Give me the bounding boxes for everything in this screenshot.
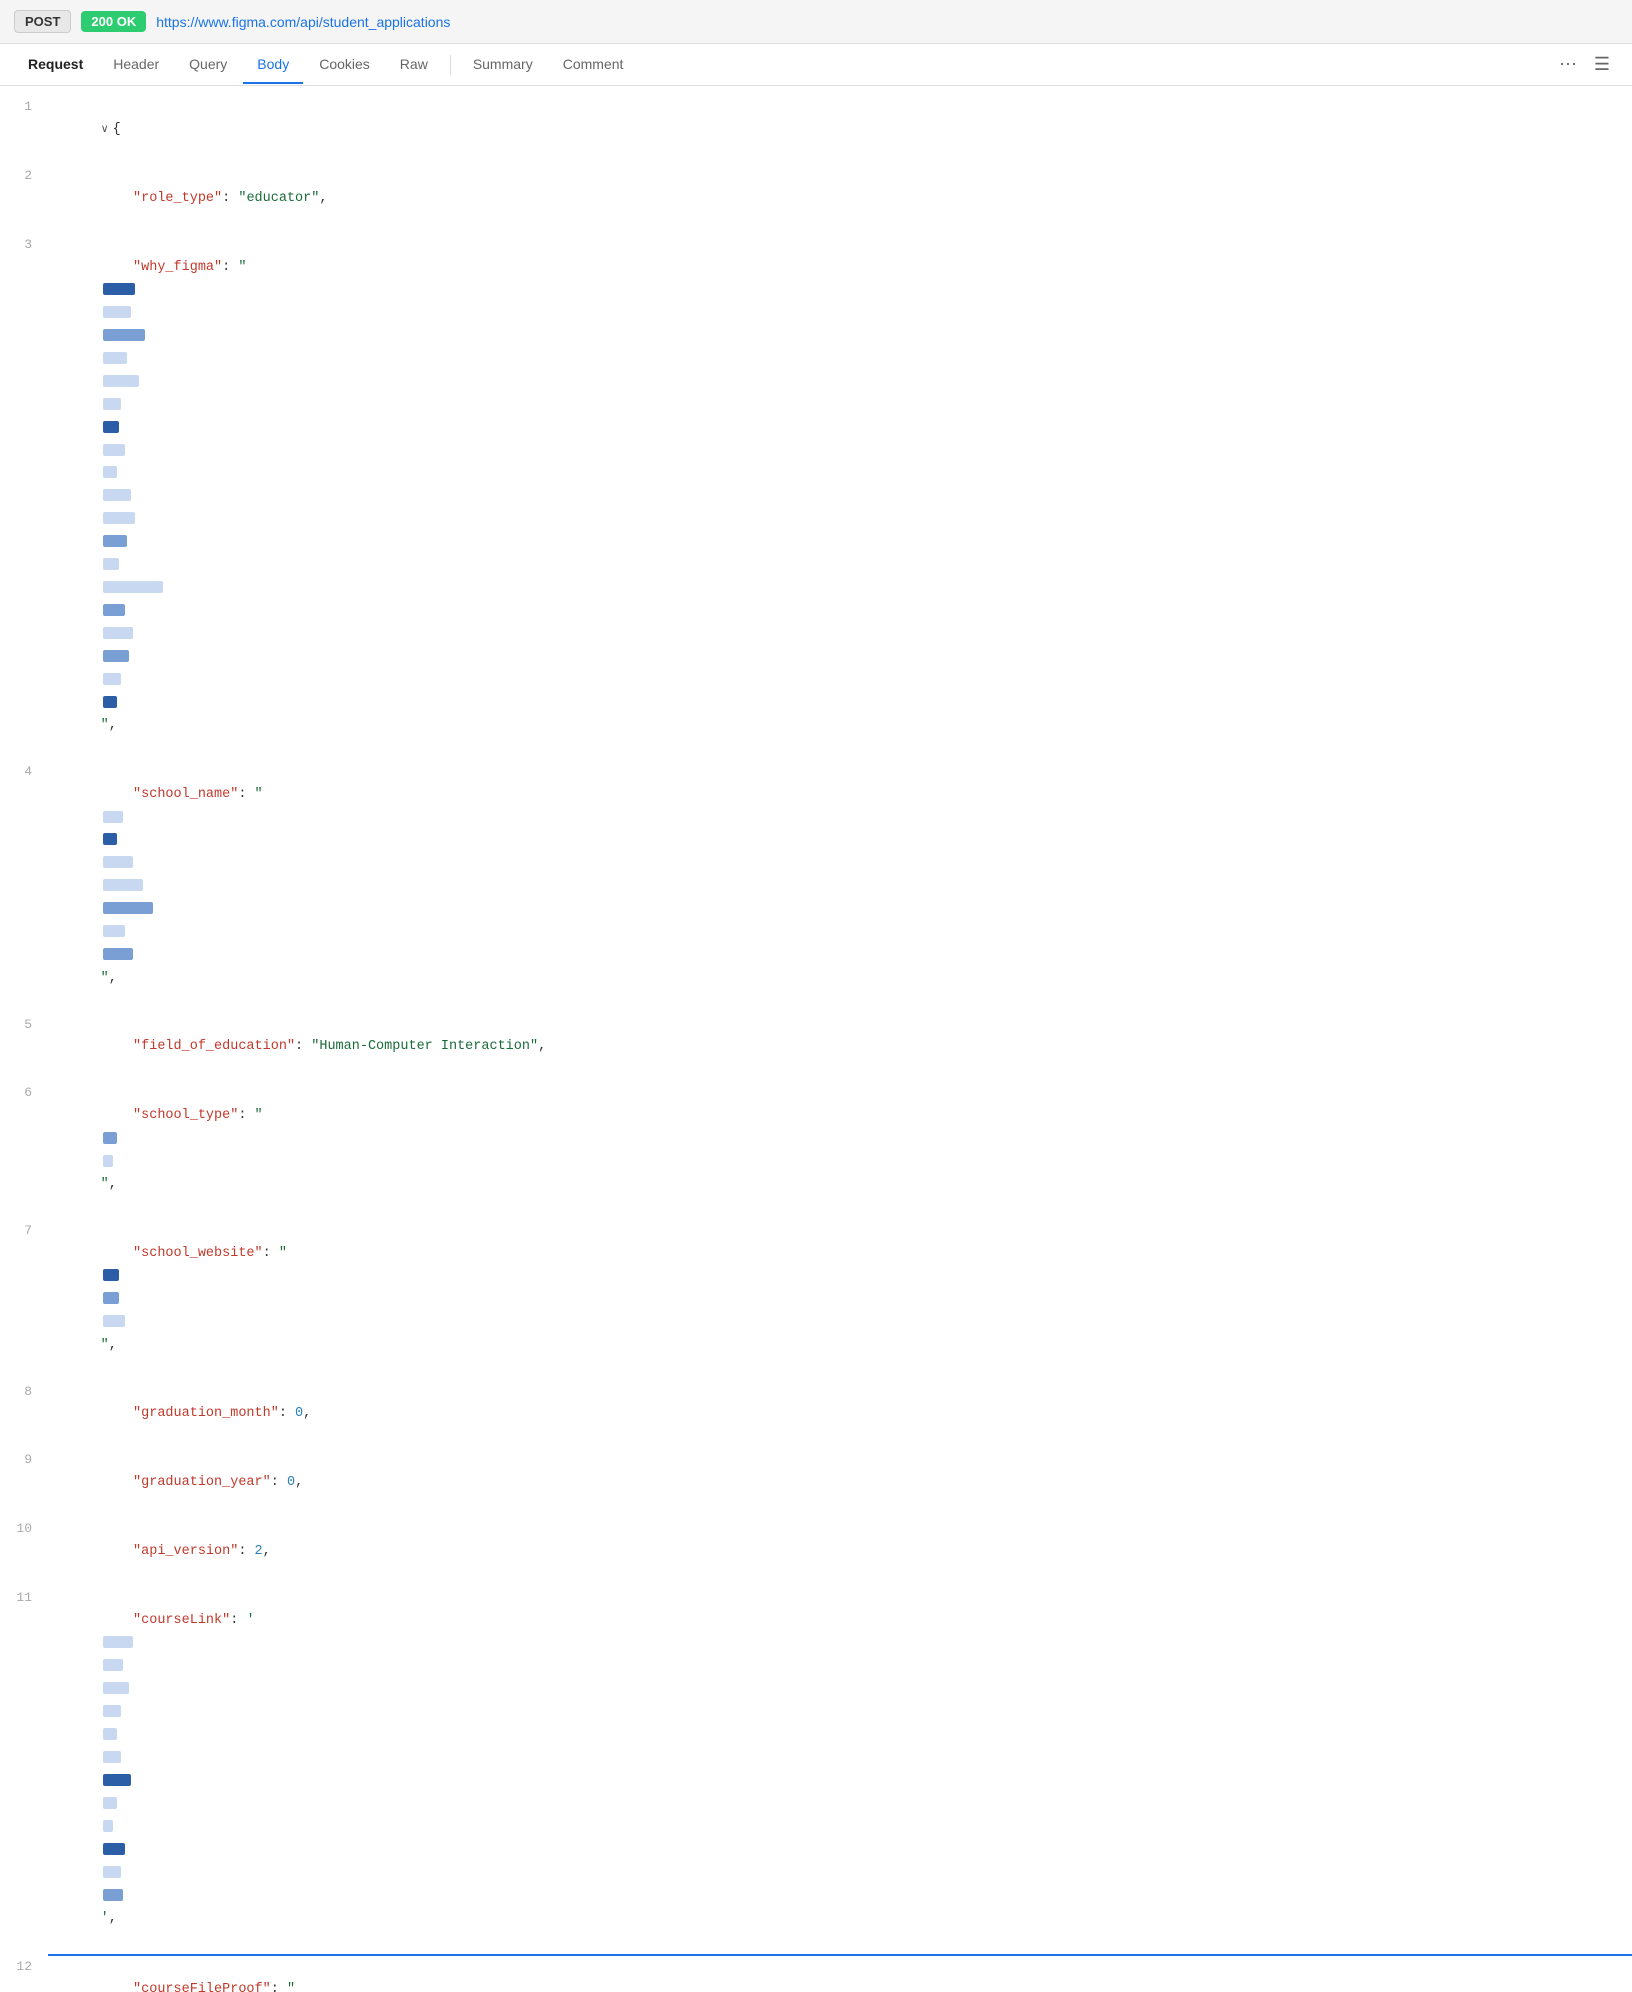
code-line: 2 "role_type": "educator", <box>0 165 1632 234</box>
status-badge: 200 OK <box>81 11 146 32</box>
more-options-button[interactable]: ⋯ <box>1552 49 1584 81</box>
code-line: 3 "why_figma": " ", <box>0 234 1632 762</box>
code-line: 8 "graduation_month": 0, <box>0 1381 1632 1450</box>
tab-body[interactable]: Body <box>243 46 303 84</box>
url-bar: https://www.figma.com/api/student_applic… <box>156 14 450 30</box>
tab-cookies[interactable]: Cookies <box>305 46 384 84</box>
method-badge: POST <box>14 10 71 33</box>
code-line: 7 "school_website": " ", <box>0 1220 1632 1381</box>
settings-icon: ☰ <box>1594 54 1610 75</box>
nav-divider <box>450 55 451 75</box>
code-line: 10 "api_version": 2, <box>0 1518 1632 1587</box>
url-prefix: https:// <box>156 14 198 30</box>
more-icon: ⋯ <box>1559 54 1577 75</box>
settings-button[interactable]: ☰ <box>1586 49 1618 81</box>
tab-summary[interactable]: Summary <box>459 46 547 84</box>
code-line: 6 "school_type": " ", <box>0 1082 1632 1220</box>
top-bar: POST 200 OK https://www.figma.com/api/st… <box>0 0 1632 44</box>
tab-header[interactable]: Header <box>99 46 173 84</box>
nav-tabs: Request Header Query Body Cookies Raw Su… <box>0 44 1632 86</box>
code-line: 11 "courseLink": ' ', <box>0 1587 1632 1956</box>
code-area: 1 ∨{ 2 "role_type": "educator", 3 "why_f… <box>0 86 1632 1992</box>
tab-raw[interactable]: Raw <box>386 46 442 84</box>
url-colored[interactable]: www.figma.com/api/student_applications <box>198 14 450 30</box>
tab-request[interactable]: Request <box>14 46 97 84</box>
code-line: 4 "school_name": " ", <box>0 761 1632 1013</box>
code-line: 1 ∨{ <box>0 96 1632 165</box>
code-line: 9 "graduation_year": 0, <box>0 1449 1632 1518</box>
tab-comment[interactable]: Comment <box>549 46 638 84</box>
tab-query[interactable]: Query <box>175 46 241 84</box>
code-line: 5 "field_of_education": "Human-Computer … <box>0 1014 1632 1083</box>
code-line: 12 "courseFileProof": " ". <box>0 1956 1632 1992</box>
collapse-icon[interactable]: ∨ <box>101 121 109 140</box>
